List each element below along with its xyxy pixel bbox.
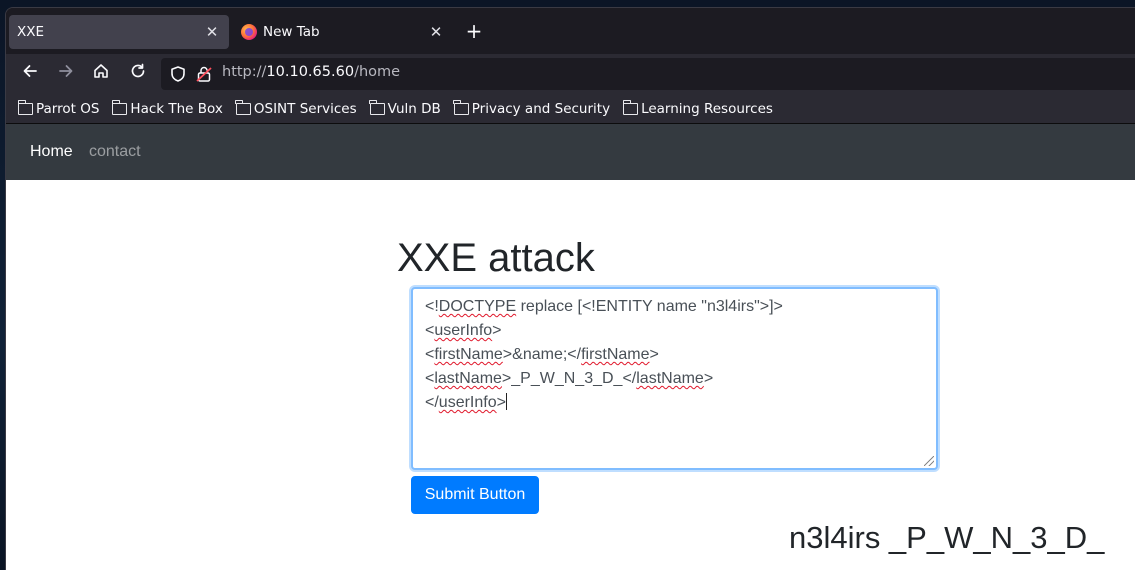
bookmark-label: Parrot OS <box>36 100 100 117</box>
tab-strip: XXE ✕ New Tab ✕ + <box>6 8 1135 54</box>
navigation-toolbar: http://10.10.65.60/home <box>6 54 1135 94</box>
close-tab-icon[interactable]: ✕ <box>203 23 221 41</box>
browser-window: XXE ✕ New Tab ✕ + http://10.10.65.60/hom… <box>5 7 1135 570</box>
folder-icon <box>453 100 469 115</box>
bookmark-label: Privacy and Security <box>471 100 611 117</box>
folder-icon <box>17 100 33 115</box>
resize-handle-icon[interactable] <box>924 456 934 466</box>
xml-line: <!DOCTYPE replace [<!ENTITY name "n3l4ir… <box>425 298 783 315</box>
folder-icon <box>111 100 128 115</box>
bookmark-label: Learning Resources <box>641 100 773 117</box>
tab-new-tab[interactable]: New Tab ✕ <box>233 15 453 49</box>
bookmark-privacy-and-security[interactable]: Privacy and Security <box>453 100 611 117</box>
bookmark-learning-resources[interactable]: Learning Resources <box>622 100 773 117</box>
tab-title: New Tab <box>263 24 320 40</box>
xml-line: <lastName>_P_W_N_3_D_</lastName> <box>425 370 714 387</box>
submit-button[interactable]: Submit Button <box>411 476 539 514</box>
tracking-shield-icon[interactable] <box>169 65 187 83</box>
close-tab-icon[interactable]: ✕ <box>427 23 445 41</box>
page-title: XXE attack <box>397 236 595 280</box>
xml-line: </userInfo> <box>425 393 507 411</box>
bookmark-vuln-db[interactable]: Vuln DB <box>369 100 441 117</box>
nav-link-home[interactable]: Home <box>30 143 73 161</box>
site-navbar: Home contact <box>6 124 1135 180</box>
folder-icon <box>235 100 251 115</box>
bookmark-osint-services[interactable]: OSINT Services <box>235 100 357 117</box>
url-bar[interactable]: http://10.10.65.60/home <box>161 58 1135 90</box>
xml-line: <userInfo> <box>425 322 502 339</box>
folder-icon <box>369 100 385 115</box>
web-page: Home contact XXE attack <!DOCTYPE replac… <box>6 124 1135 570</box>
bookmarks-toolbar: Parrot OS Hack The Box OSINT Services Vu… <box>6 94 1135 124</box>
firefox-icon <box>241 24 257 40</box>
bookmark-label: Vuln DB <box>387 100 441 117</box>
home-icon[interactable] <box>89 62 113 86</box>
result-output: n3l4irs _P_W_N_3_D_ <box>789 520 1105 555</box>
forward-arrow-icon[interactable] <box>54 62 78 86</box>
nav-link-contact[interactable]: contact <box>89 143 141 161</box>
bookmark-parrot-os[interactable]: Parrot OS <box>17 100 100 117</box>
bookmark-label: OSINT Services <box>253 100 357 117</box>
folder-icon <box>622 100 639 115</box>
insecure-lock-icon[interactable] <box>195 65 213 83</box>
tab-xxe[interactable]: XXE ✕ <box>9 15 229 49</box>
xml-input-textarea[interactable]: <!DOCTYPE replace [<!ENTITY name "n3l4ir… <box>411 287 938 470</box>
reload-icon[interactable] <box>126 62 150 86</box>
back-arrow-icon[interactable] <box>18 62 42 86</box>
tab-title: XXE <box>17 24 45 40</box>
bookmark-hack-the-box[interactable]: Hack The Box <box>111 100 223 117</box>
text-caret <box>505 393 507 410</box>
new-tab-plus-icon[interactable]: + <box>462 20 486 44</box>
xml-line: <firstName>&name;</firstName> <box>425 346 659 363</box>
url-text: http://10.10.65.60/home <box>222 64 401 80</box>
bookmark-label: Hack The Box <box>130 100 223 117</box>
